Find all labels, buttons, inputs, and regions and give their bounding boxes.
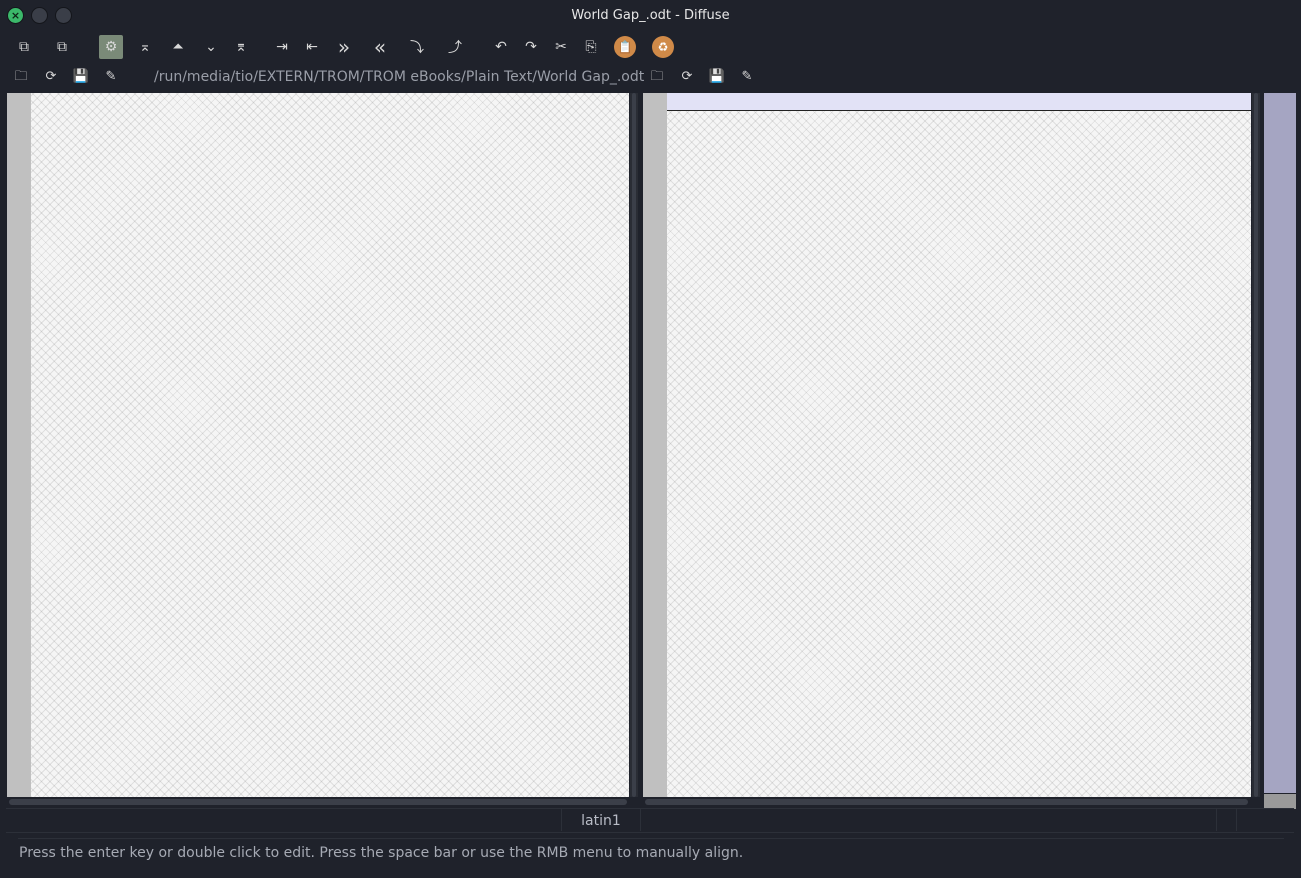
copy-button[interactable]: ⎘	[579, 35, 603, 59]
status-separator	[1236, 809, 1237, 831]
undo-icon: ↶	[495, 39, 507, 55]
left-open-file-button[interactable]: 🗀	[12, 69, 30, 85]
status-row: latin1	[6, 808, 1294, 831]
merge-icon: ♻	[652, 36, 674, 58]
left-text-pane[interactable]	[7, 93, 629, 797]
divider	[18, 838, 1284, 839]
paste-icon: 📋	[614, 36, 636, 58]
save-as-icon: ✎	[741, 69, 753, 84]
difference-overview-map[interactable]	[1264, 93, 1296, 793]
right-save-file-button[interactable]: 💾	[708, 69, 726, 85]
shift-pane-left-button[interactable]: ⇤	[300, 35, 324, 59]
left-line-number-gutter	[7, 93, 31, 797]
previous-difference-button[interactable]: ⏶	[166, 35, 190, 59]
realign-all-button[interactable]: ⚙	[99, 35, 123, 59]
copy-left-into-selection-icon: ⤵	[410, 40, 424, 56]
right-open-file-button[interactable]: 🗀	[648, 69, 666, 85]
main-toolbar: ⧉ ⧉ ⚙ ⌅ ⏶ ⌄ ⌆ ⇥ ⇤ » « ⤵ ⤴ ↶ ↷ ✂ ⎘ 📋 ♻	[0, 32, 1301, 62]
shift-pane-left-icon: ⇤	[306, 39, 318, 55]
next-difference-button[interactable]: ⌄	[199, 35, 223, 59]
window-title: World Gap_.odt - Diffuse	[571, 8, 730, 23]
divider	[6, 832, 1294, 833]
left-reload-file-button[interactable]: ⟳	[42, 69, 60, 85]
status-hint-text: Press the enter key or double click to e…	[19, 845, 744, 861]
open-file-icon: 🗀	[14, 69, 28, 84]
left-vertical-scrollbar[interactable]	[630, 93, 638, 797]
redo-icon: ↷	[525, 39, 537, 55]
right-vertical-scrollbar[interactable]	[1252, 93, 1260, 797]
first-difference-icon: ⌅	[139, 39, 151, 55]
new-2-way-merge-button[interactable]: ⧉	[12, 35, 36, 59]
copy-selection-left-icon: «	[373, 35, 387, 59]
cut-button[interactable]: ✂	[549, 35, 573, 59]
overview-map-corner	[1264, 794, 1296, 809]
title-bar: × World Gap_.odt - Diffuse	[0, 0, 1301, 32]
reload-file-icon: ⟳	[681, 69, 693, 84]
save-as-icon: ✎	[105, 69, 117, 84]
copy-selection-right-button[interactable]: »	[332, 35, 356, 59]
right-pane-header: 🗀 ⟳ 💾 ✎	[636, 62, 1296, 92]
right-text-area[interactable]	[667, 93, 1251, 797]
current-line-highlight	[667, 93, 1251, 111]
left-horizontal-scrollbar[interactable]	[9, 799, 627, 805]
realign-all-icon: ⚙	[104, 39, 118, 55]
copy-selection-left-button[interactable]: «	[368, 35, 392, 59]
redo-button[interactable]: ↷	[519, 35, 543, 59]
paste-button[interactable]: 📋	[613, 35, 637, 59]
right-text-pane[interactable]	[643, 93, 1251, 797]
save-file-icon: 💾	[72, 69, 90, 84]
first-difference-button[interactable]: ⌅	[133, 35, 157, 59]
new-3-way-merge-icon: ⧉	[57, 39, 67, 55]
new-2-way-merge-icon: ⧉	[19, 39, 29, 55]
left-pane-header: 🗀 ⟳ 💾 ✎ /run/media/tio/EXTERN/TROM/TROM …	[0, 62, 644, 92]
copy-right-into-selection-icon: ⤴	[448, 40, 462, 56]
shift-pane-right-button[interactable]: ⇥	[270, 35, 294, 59]
right-horizontal-scrollbar[interactable]	[645, 799, 1248, 805]
cut-icon: ✂	[555, 39, 567, 55]
shift-pane-right-icon: ⇥	[276, 39, 288, 55]
left-save-file-button[interactable]: 💾	[72, 69, 90, 85]
last-difference-icon: ⌆	[235, 39, 247, 55]
encoding-indicator: latin1	[561, 809, 641, 831]
left-save-as-button[interactable]: ✎	[102, 69, 120, 85]
left-file-path: /run/media/tio/EXTERN/TROM/TROM eBooks/P…	[154, 69, 645, 85]
copy-selection-right-icon: »	[337, 35, 351, 59]
right-scroll-thumb[interactable]	[1254, 93, 1258, 797]
left-scroll-thumb[interactable]	[632, 93, 636, 797]
merge-button[interactable]: ♻	[651, 35, 675, 59]
open-file-icon: 🗀	[650, 69, 664, 84]
last-difference-button[interactable]: ⌆	[229, 35, 253, 59]
status-separator	[1216, 809, 1217, 831]
copy-icon: ⎘	[585, 39, 597, 55]
copy-left-into-selection-button[interactable]: ⤵	[405, 35, 429, 59]
right-reload-file-button[interactable]: ⟳	[678, 69, 696, 85]
save-file-icon: 💾	[708, 69, 726, 84]
previous-difference-icon: ⏶	[172, 39, 184, 55]
reload-file-icon: ⟳	[45, 69, 57, 84]
right-save-as-button[interactable]: ✎	[738, 69, 756, 85]
copy-right-into-selection-button[interactable]: ⤴	[443, 35, 467, 59]
left-text-area[interactable]	[31, 93, 629, 797]
new-3-way-merge-button[interactable]: ⧉	[50, 35, 74, 59]
undo-button[interactable]: ↶	[489, 35, 513, 59]
right-line-number-gutter	[643, 93, 667, 797]
next-difference-icon: ⌄	[205, 39, 217, 55]
